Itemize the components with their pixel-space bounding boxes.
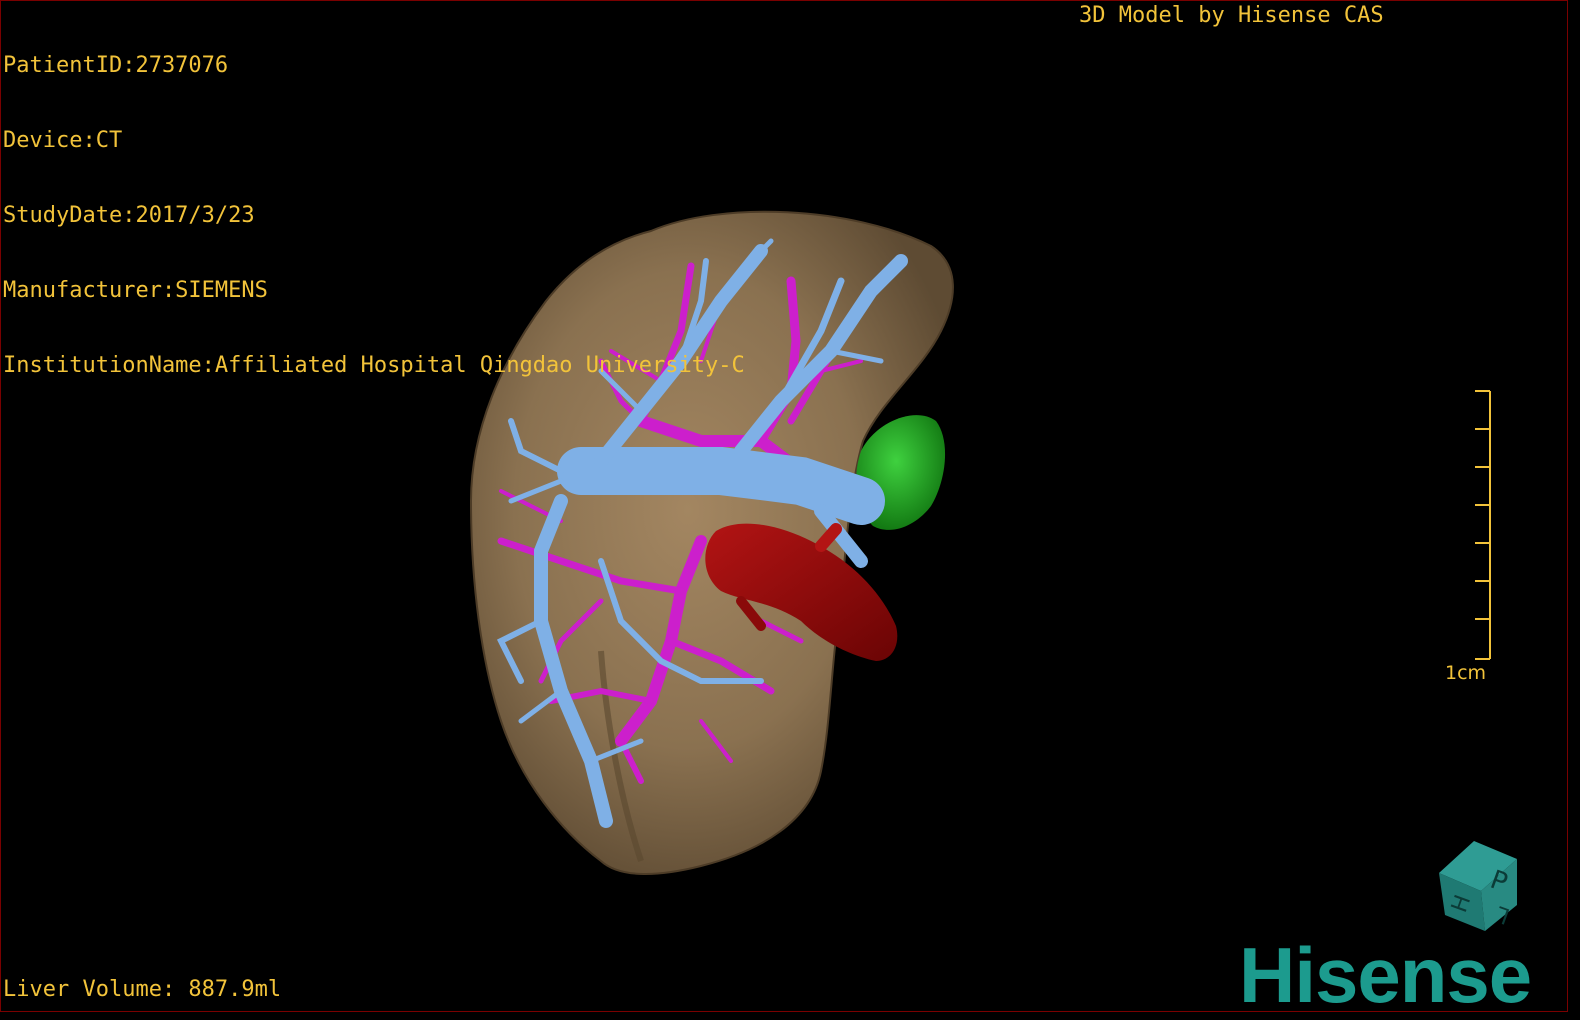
3d-viewport[interactable]: PatientID:2737076 Device:CT StudyDate:20… [0, 0, 1568, 1012]
hisense-logo: Hisense [1239, 931, 1532, 1012]
scale-bar [1475, 390, 1491, 660]
scale-label: 1cm [1445, 662, 1487, 684]
orientation-cube[interactable]: P H L [1419, 833, 1529, 943]
